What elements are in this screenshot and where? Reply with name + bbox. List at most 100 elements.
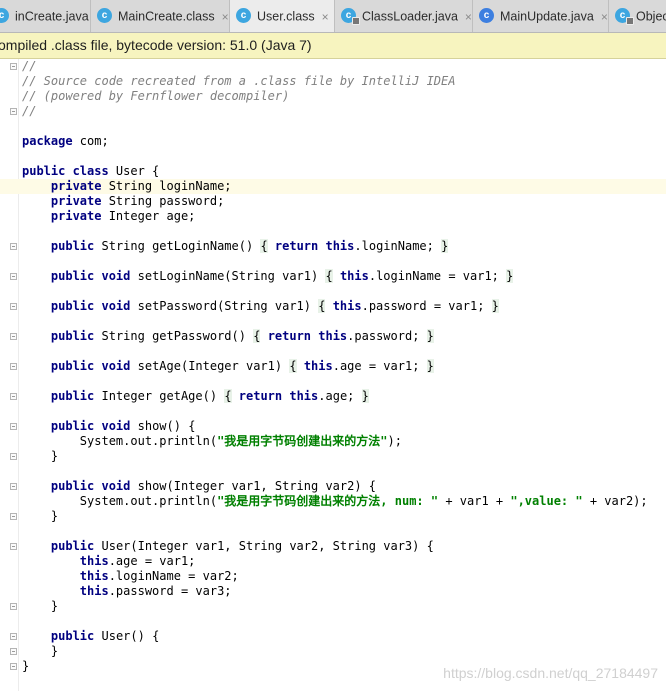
keyword-token: public <box>50 239 95 253</box>
class-locked-icon: c <box>341 8 360 26</box>
fold-toggle-icon[interactable] <box>10 108 17 115</box>
fold-toggle-icon[interactable] <box>10 663 17 670</box>
code-line: package com; <box>22 134 109 149</box>
tab-label: MainUpdate.java <box>500 9 594 24</box>
code-editor[interactable]: https://blog.csdn.net/qq_27184497 //// S… <box>0 59 666 691</box>
fold-toggle-icon[interactable] <box>10 303 17 310</box>
tab-maincreate-class[interactable]: c MainCreate.class × <box>91 0 230 32</box>
fold-toggle-icon[interactable] <box>10 453 17 460</box>
code-line: public void show() { <box>22 419 196 434</box>
code-line: public String getPassword() { return thi… <box>22 329 434 344</box>
keyword-token: public <box>50 329 95 343</box>
string-token: "我是用字节码创建出来的方法, num: " <box>217 494 439 508</box>
keyword-token: private <box>50 194 102 208</box>
code-token: } <box>22 599 59 613</box>
tab-object[interactable]: cObject <box>609 0 666 32</box>
fold-toggle-icon[interactable] <box>10 603 17 610</box>
code-line: System.out.println("我是用字节码创建出来的方法"); <box>22 434 402 449</box>
keyword-token: this <box>303 359 333 373</box>
keyword-token: this <box>339 269 369 283</box>
code-token: + var2); <box>582 494 648 508</box>
fold-toggle-icon[interactable] <box>10 633 17 640</box>
keyword-token: this <box>79 554 109 568</box>
fold-toggle-icon[interactable] <box>10 423 17 430</box>
watermark: https://blog.csdn.net/qq_27184497 <box>443 665 658 681</box>
fold-toggle-icon[interactable] <box>10 393 17 400</box>
fold-toggle-icon[interactable] <box>10 363 17 370</box>
keyword-token: public <box>50 629 95 643</box>
code-line: } <box>22 644 58 659</box>
code-token: .loginName = var2; <box>108 569 239 583</box>
code-token: } <box>22 509 59 523</box>
close-tab-icon[interactable]: × <box>465 1 472 32</box>
code-line: } <box>22 599 58 614</box>
fold-toggle-icon[interactable] <box>10 63 17 70</box>
code-line: this.age = var1; <box>22 554 196 569</box>
tab-classloader-java[interactable]: c ClassLoader.java × <box>335 0 473 32</box>
code-token: .age = var1; <box>332 359 427 373</box>
tab-user-class[interactable]: c User.class × <box>230 0 335 32</box>
code-token: setPassword(String var1) <box>130 299 319 313</box>
code-token: User() { <box>94 629 160 643</box>
code-line: } <box>22 659 29 674</box>
code-line: } <box>22 509 58 524</box>
fold-toggle-icon[interactable] <box>10 513 17 520</box>
code-token: String getPassword() <box>94 329 254 343</box>
string-token: "我是用字节码创建出来的方法" <box>217 434 388 448</box>
close-tab-icon[interactable]: × <box>222 1 229 32</box>
string-token: ",value: " <box>510 494 583 508</box>
keyword-token: private <box>50 179 102 193</box>
code-token: User { <box>108 164 160 178</box>
fold-toggle-icon[interactable] <box>10 543 17 550</box>
code-token: User(Integer var1, String var2, String v… <box>94 539 434 553</box>
keyword-token: public void <box>50 479 131 493</box>
folded-brace-token: { <box>289 359 297 373</box>
comment-token: // Source code recreated from a .class f… <box>22 74 456 88</box>
fold-toggle-icon[interactable] <box>10 648 17 655</box>
code-token: System.out.println( <box>22 434 218 448</box>
close-tab-icon[interactable]: × <box>322 1 329 32</box>
code-token: .age; <box>318 389 362 403</box>
keyword-token: this <box>79 584 109 598</box>
editor-tab-bar: c inCreate.java × c MainCreate.class × c User.c… <box>0 0 666 33</box>
folded-brace-token: } <box>426 359 434 373</box>
code-line: public User(Integer var1, String var2, S… <box>22 539 434 554</box>
class-icon: c <box>236 8 251 24</box>
code-token: String getLoginName() <box>94 239 261 253</box>
code-token: String loginName; <box>101 179 232 193</box>
keyword-token: public <box>50 539 95 553</box>
keyword-token: public void <box>50 299 131 313</box>
folded-brace-token: { <box>260 239 268 253</box>
code-line: // <box>22 59 36 74</box>
keyword-token: public void <box>50 419 131 433</box>
code-token: System.out.println( <box>22 494 218 508</box>
comment-token: // <box>22 59 37 73</box>
decompiled-notice-text: ompiled .class file, bytecode version: 5… <box>0 37 312 53</box>
fold-toggle-icon[interactable] <box>10 333 17 340</box>
code-token: com; <box>72 134 109 148</box>
code-token: Integer getAge() <box>94 389 225 403</box>
tab-mainupdate-java[interactable]: c MainUpdate.java × <box>473 0 609 32</box>
fold-toggle-icon[interactable] <box>10 273 17 280</box>
comment-token: // (powered by Fernflower decompiler) <box>22 89 290 103</box>
code-token: show(Integer var1, String var2) { <box>130 479 377 493</box>
tab-increate-java[interactable]: cinCreate.java× <box>0 0 91 32</box>
code-line: public void setLoginName(String var1) { … <box>22 269 514 284</box>
folded-brace-token: { <box>224 389 232 403</box>
close-tab-icon[interactable]: × <box>601 1 608 32</box>
keyword-token: public <box>50 389 95 403</box>
fold-toggle-icon[interactable] <box>10 483 17 490</box>
code-token: .loginName; <box>354 239 442 253</box>
code-token: Integer age; <box>101 209 196 223</box>
code-line: this.loginName = var2; <box>22 569 239 584</box>
fold-toggle-icon[interactable] <box>10 243 17 250</box>
code-token: .password; <box>347 329 427 343</box>
code-line: // Source code recreated from a .class f… <box>22 74 455 89</box>
